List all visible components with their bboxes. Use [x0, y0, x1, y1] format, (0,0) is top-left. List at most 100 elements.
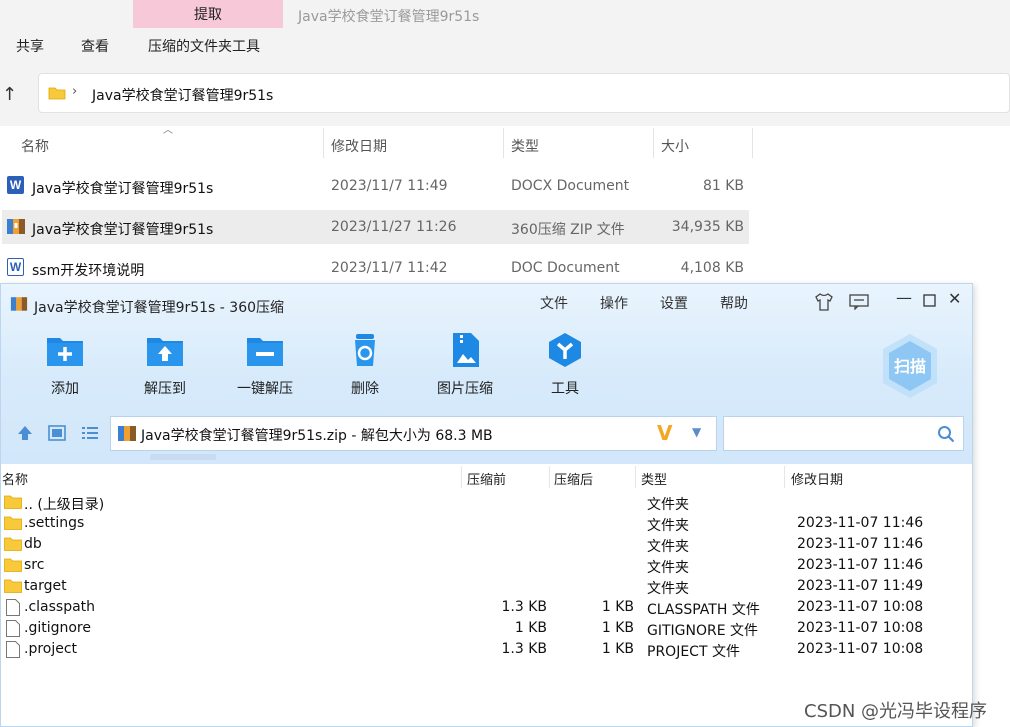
column-header-size[interactable]: 大小 [661, 136, 689, 156]
column-divider[interactable] [461, 466, 462, 488]
entry-date: 2023-11-07 11:46 [797, 536, 924, 552]
column-divider[interactable] [752, 128, 753, 158]
entry-name: db [24, 536, 42, 552]
delete-button[interactable]: 删除 [325, 332, 405, 402]
entry-name: .settings [24, 515, 85, 531]
menu-operate[interactable]: 操作 [600, 293, 628, 313]
zip-row[interactable]: .. (上级目录) 文件夹 [1, 492, 971, 513]
zip-row[interactable]: .gitignore 1 KB 1 KB GITIGNORE 文件 2023-1… [1, 618, 971, 639]
delete-label: 删除 [351, 381, 379, 397]
file-size: 4,108 KB [680, 260, 744, 276]
word-docx-icon: W [7, 176, 24, 194]
entry-type: GITIGNORE 文件 [647, 623, 759, 639]
file-type: DOC Document [511, 260, 620, 276]
file-name[interactable]: ssm开发环境说明 [32, 260, 144, 280]
entry-type: 文件夹 [647, 560, 689, 576]
tools-button[interactable]: 工具 [525, 332, 605, 402]
column-divider[interactable] [503, 128, 504, 158]
thumbnail-view-icon[interactable] [48, 425, 66, 441]
tools-hexagon-icon [549, 333, 581, 367]
column-divider[interactable] [323, 128, 324, 158]
add-button[interactable]: 添加 [25, 332, 105, 402]
scan-shield-icon: 扫描 [883, 334, 937, 398]
entry-type: 文件夹 [647, 497, 689, 513]
entry-size-after: 1 KB [601, 599, 634, 615]
column-header-type[interactable]: 类型 [511, 136, 539, 156]
column-header-date[interactable]: 修改日期 [331, 136, 387, 156]
close-icon[interactable]: ✕ [948, 289, 961, 308]
ribbon-compressed-folder-tools[interactable]: 压缩的文件夹工具 [148, 36, 260, 56]
zip-row[interactable]: src 文件夹 2023-11-07 11:46 [1, 555, 971, 576]
zip-archive-icon [118, 426, 136, 441]
zip-row[interactable]: db 文件夹 2023-11-07 11:46 [1, 534, 971, 555]
file-name[interactable]: Java学校食堂订餐管理9r51s [32, 178, 213, 198]
file-date: 2023/11/7 11:49 [331, 178, 448, 194]
explorer-window-title: Java学校食堂订餐管理9r51s [298, 9, 480, 25]
menu-file[interactable]: 文件 [540, 293, 568, 313]
scan-button[interactable]: 扫描 [879, 332, 941, 400]
recycle-bin-icon [355, 334, 375, 366]
column-divider[interactable] [635, 466, 636, 488]
entry-date: 2023-11-07 10:08 [797, 641, 924, 657]
skin-shirt-icon[interactable] [814, 293, 834, 311]
zip-row[interactable]: .project 1.3 KB 1 KB PROJECT 文件 2023-11-… [1, 639, 971, 660]
entry-size-after: 1 KB [601, 641, 634, 657]
verified-v-icon[interactable]: V [657, 421, 672, 445]
extract-to-button[interactable]: 解压到 [125, 332, 205, 402]
maximize-icon[interactable] [923, 294, 936, 307]
entry-type: 文件夹 [647, 518, 689, 534]
file-size: 81 KB [702, 178, 744, 194]
file-icon [6, 641, 20, 658]
dropdown-arrow-icon[interactable]: ▼ [692, 425, 701, 439]
zip-row[interactable]: target 文件夹 2023-11-07 11:49 [1, 576, 971, 597]
extract-folder-icon [147, 338, 183, 366]
ribbon-share[interactable]: 共享 [16, 36, 44, 56]
header-scroll-handle[interactable] [150, 454, 216, 460]
tools-label: 工具 [551, 381, 579, 397]
extract-tab[interactable]: 提取 [133, 0, 283, 28]
column-divider[interactable] [549, 466, 550, 488]
folder-icon [4, 558, 22, 572]
chevron-right-icon[interactable]: › [72, 84, 77, 99]
word-doc-icon: W [7, 258, 24, 276]
entry-size-after: 1 KB [601, 620, 634, 636]
address-path[interactable]: Java学校食堂订餐管理9r51s [92, 85, 273, 105]
file-name[interactable]: Java学校食堂订餐管理9r51s [32, 219, 213, 239]
entry-type: 文件夹 [647, 581, 689, 597]
entry-type: 文件夹 [647, 539, 689, 555]
ribbon-view[interactable]: 查看 [81, 36, 109, 56]
go-up-icon[interactable] [16, 425, 34, 441]
feedback-icon[interactable] [849, 294, 869, 310]
file-icon [6, 599, 20, 616]
search-icon[interactable] [937, 425, 955, 443]
entry-name: target [24, 578, 67, 594]
zip-window: Java学校食堂订餐管理9r51s - 360压缩 文件 操作 设置 帮助 — … [0, 283, 973, 727]
archive-path-text: Java学校食堂订餐管理9r51s.zip - 解包大小为 68.3 MB [141, 428, 493, 444]
zip-column-name[interactable]: 名称 [2, 469, 28, 488]
zip-row[interactable]: .settings 文件夹 2023-11-07 11:46 [1, 513, 971, 534]
one-click-extract-button[interactable]: 一键解压 [225, 332, 305, 402]
column-divider[interactable] [653, 128, 654, 158]
csdn-watermark: CSDN @光冯毕设程序 [804, 701, 988, 722]
column-divider[interactable] [784, 466, 785, 488]
file-type: DOCX Document [511, 178, 630, 194]
list-view-icon[interactable] [81, 425, 99, 441]
search-input[interactable] [723, 416, 964, 451]
zip-row[interactable]: .classpath 1.3 KB 1 KB CLASSPATH 文件 2023… [1, 597, 971, 618]
zip-column-before[interactable]: 压缩前 [467, 469, 506, 488]
up-arrow-icon[interactable]: ↑ [2, 84, 17, 105]
file-date: 2023/11/27 11:26 [331, 219, 457, 235]
column-header-name[interactable]: 名称 [21, 136, 49, 156]
menu-settings[interactable]: 设置 [660, 293, 688, 313]
entry-name: src [24, 557, 45, 573]
folder-icon [4, 537, 22, 551]
image-compress-button[interactable]: 图片压缩 [425, 332, 505, 402]
zip-column-after[interactable]: 压缩后 [554, 469, 593, 488]
file-icon [6, 620, 20, 637]
entry-name: .classpath [24, 599, 96, 615]
zip-column-type[interactable]: 类型 [641, 469, 667, 488]
minimize-icon[interactable]: — [896, 288, 912, 307]
menu-help[interactable]: 帮助 [720, 293, 748, 313]
folder-icon [4, 516, 22, 530]
zip-column-date[interactable]: 修改日期 [791, 469, 843, 488]
